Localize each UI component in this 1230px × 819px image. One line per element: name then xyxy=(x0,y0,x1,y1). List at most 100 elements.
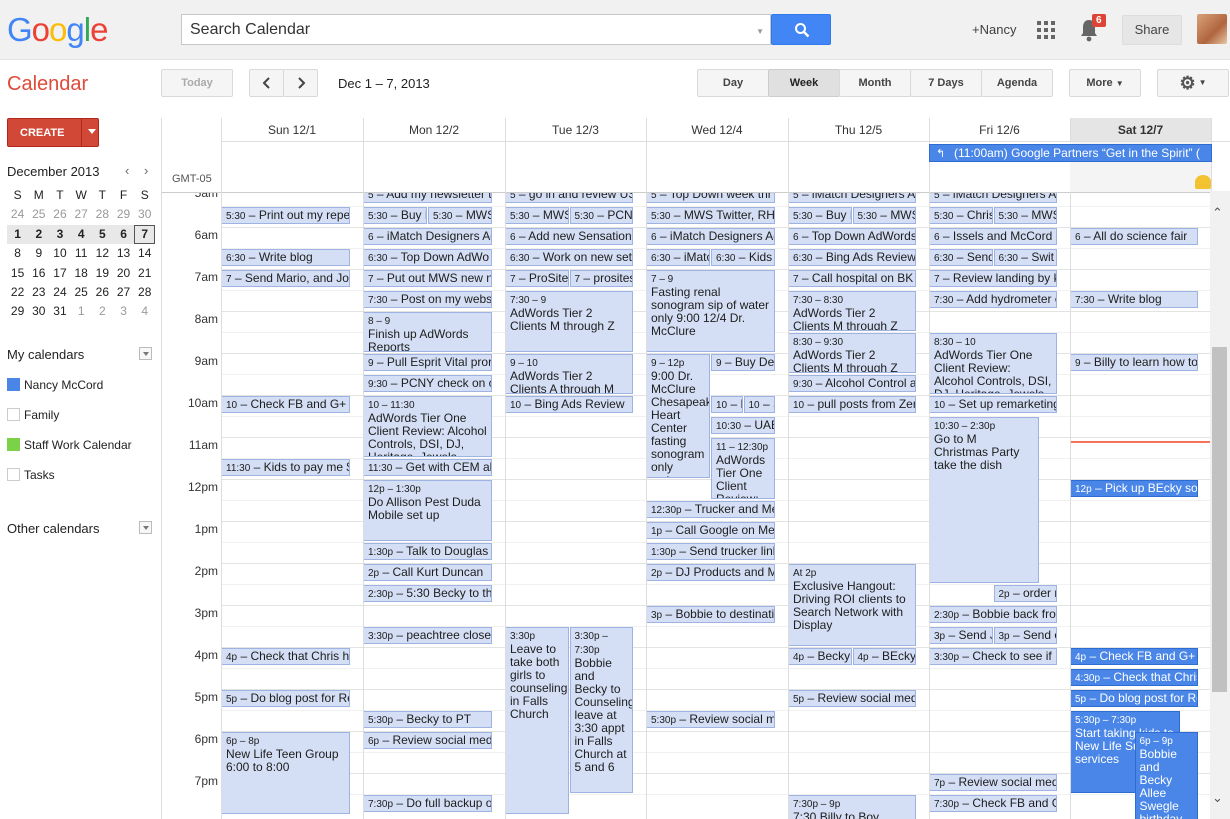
calendar-event[interactable]: 8:30 – 10 AdWords Tier One Client Review:… xyxy=(929,333,1057,394)
mini-calendar-day[interactable]: 21 xyxy=(134,264,155,283)
calendar-event[interactable]: 6:30 – Work on new set xyxy=(505,249,633,266)
day-header[interactable]: Fri 12/6 xyxy=(929,118,1070,142)
mini-calendar-day[interactable]: 25 xyxy=(28,205,49,224)
calendar-event[interactable]: 5:30 – PCN xyxy=(569,207,633,224)
search-options-icon[interactable]: ▼ xyxy=(756,27,764,36)
calendar-event[interactable]: 6:30 – Write blog xyxy=(221,249,350,266)
calendar-event[interactable]: 5 – Add my newsletter t xyxy=(363,193,492,203)
calendar-event[interactable]: 11:30 – Get with CEM al xyxy=(363,459,492,476)
calendar-event[interactable]: 7:30 – Add hydrometer c xyxy=(929,291,1057,308)
calendar-event[interactable]: 5 – iMatch Designers A xyxy=(788,193,916,203)
calendar-event[interactable]: 8:30 – 9:30 AdWords Tier 2 Clients M thro… xyxy=(788,333,916,373)
more-button[interactable]: More ▼ xyxy=(1069,69,1141,97)
mini-calendar-day[interactable]: 9 xyxy=(28,244,49,263)
day-header[interactable]: Sat 12/7 xyxy=(1070,118,1211,142)
mini-calendar-day[interactable]: 30 xyxy=(134,205,155,224)
mini-calendar-day[interactable]: 7 xyxy=(134,224,156,245)
search-input[interactable]: Search Calendar ▼ xyxy=(181,14,771,45)
calendar-event[interactable]: 10 – Bir xyxy=(711,396,743,413)
calendar-event[interactable]: 9 – Pull Esprit Vital pror xyxy=(363,354,492,371)
calendar-event[interactable]: 3p – Send J xyxy=(929,627,993,644)
calendar-event[interactable]: 6 – Add new Sensational xyxy=(505,228,633,245)
calendar-event[interactable]: 5:30p – Becky to PT xyxy=(363,711,492,728)
calendar-item[interactable]: Staff Work Calendar xyxy=(24,438,132,452)
calendar-event[interactable]: 4p – Check that Chris h xyxy=(221,648,350,665)
other-calendars-menu-icon[interactable] xyxy=(139,521,152,534)
calendar-event[interactable]: 7:30p – 9p 7:30 Billy to Boy xyxy=(788,795,916,819)
calendar-event[interactable]: 12p – Pick up BEcky so xyxy=(1070,480,1198,497)
calendar-event[interactable]: 7 – Call hospital on BK xyxy=(788,270,916,287)
calendar-event[interactable]: 6:30 – Kids xyxy=(711,249,775,266)
day-header[interactable]: Thu 12/5 xyxy=(788,118,929,142)
mini-calendar-day[interactable]: 23 xyxy=(28,283,49,302)
search-button[interactable] xyxy=(771,14,831,45)
calendar-event[interactable]: 7 – Send Mario, and Jol xyxy=(221,270,350,287)
calendar-event[interactable]: 3:30p – peachtree close xyxy=(363,627,492,644)
calendar-event[interactable]: 9 – Billy to learn how to xyxy=(1070,354,1198,371)
day-header[interactable]: Sun 12/1 xyxy=(221,118,363,142)
calendar-event[interactable]: 12:30p – Trucker and Me xyxy=(646,501,775,518)
calendar-event[interactable]: 6 – iMatch Designers Ad xyxy=(646,228,775,245)
calendar-event[interactable]: 3p – Send o xyxy=(993,627,1057,644)
scroll-up-icon[interactable]: ⌃ xyxy=(1212,205,1223,221)
mini-calendar-day[interactable]: 28 xyxy=(92,205,113,224)
calendar-event[interactable]: 11:30 – Kids to pay me $ xyxy=(221,459,350,476)
share-button[interactable]: Share xyxy=(1122,15,1182,45)
calendar-event[interactable]: 5:30 – Buy D xyxy=(788,207,852,224)
mini-calendar-day[interactable]: 29 xyxy=(113,205,134,224)
mini-calendar-day[interactable]: 30 xyxy=(28,302,49,321)
view-month-button[interactable]: Month xyxy=(839,69,911,97)
calendar-event[interactable]: 7 – ProSites xyxy=(505,270,569,287)
calendar-event[interactable]: 4p – Becky xyxy=(788,648,852,665)
calendar-event[interactable]: 9 – 10 AdWords Tier 2 Clients A through M xyxy=(505,354,633,394)
calendar-event[interactable]: 5p – Review social med xyxy=(788,690,916,707)
calendar-event[interactable]: 5 – Top Down week thr xyxy=(646,193,775,203)
calendar-event[interactable]: 6p – 9p Bobbie and Becky Allee Swegle bir… xyxy=(1134,732,1198,819)
previous-week-button[interactable] xyxy=(249,69,284,97)
calendar-event[interactable]: 2:30p – Bobbie back from xyxy=(929,606,1057,623)
avatar[interactable] xyxy=(1197,14,1227,44)
mini-calendar-day[interactable]: 22 xyxy=(7,283,28,302)
calendar-event[interactable]: 10:30 – 2:30p Go to M Christmas Party tak… xyxy=(929,417,1039,583)
calendar-event[interactable]: 5:30 – Buy D xyxy=(363,207,427,224)
calendar-event[interactable]: 10 – Set up remarketing xyxy=(929,396,1057,413)
mini-calendar-day[interactable]: 27 xyxy=(113,283,134,302)
calendar-event[interactable]: 2p – Call Kurt Duncan xyxy=(363,564,492,581)
create-dropdown-icon[interactable] xyxy=(88,129,96,134)
mini-calendar-day[interactable]: 11 xyxy=(71,244,92,263)
calendar-event[interactable]: 5:30 – MWS xyxy=(852,207,916,224)
mini-calendar-day[interactable]: 4 xyxy=(70,224,92,245)
calendar-event[interactable]: 10 – pull posts from Zer xyxy=(788,396,916,413)
mini-calendar-day[interactable]: 1 xyxy=(71,302,92,321)
calendar-event[interactable]: 5:30 – MWS xyxy=(993,207,1057,224)
mini-calendar-day[interactable]: 24 xyxy=(7,205,28,224)
calendar-event[interactable]: 5p – Do blog post for Re xyxy=(221,690,350,707)
calendar-event[interactable]: 9 – 12p9:00 Dr. McClure Chesapeake Heart… xyxy=(646,354,710,478)
mini-calendar-day[interactable]: 17 xyxy=(49,264,70,283)
calendar-event[interactable]: 5 – go in and review US xyxy=(505,193,633,203)
calendar-event[interactable]: 3p – Bobbie to destinati xyxy=(646,606,775,623)
calendar-event[interactable]: 6:30 – Bing Ads Review xyxy=(788,249,916,266)
calendar-event[interactable]: 2p – DJ Products and M xyxy=(646,564,775,581)
calendar-event[interactable]: 6:30 – Swit xyxy=(993,249,1057,266)
calendar-event[interactable]: 7:30 – Post on my webs xyxy=(363,291,492,308)
calendar-event[interactable]: 11 – 12:30p AdWords Tier One Client Revie… xyxy=(711,438,775,499)
view-7days-button[interactable]: 7 Days xyxy=(910,69,982,97)
calendar-item[interactable]: Family xyxy=(24,408,59,422)
mini-calendar-day[interactable]: 25 xyxy=(71,283,92,302)
calendar-event[interactable]: 9 – Buy Demog xyxy=(711,354,775,371)
settings-button[interactable]: ⚙ ▼ xyxy=(1157,69,1229,97)
calendar-event[interactable]: 6 – All do science fair xyxy=(1070,228,1198,245)
mini-calendar-day[interactable]: 26 xyxy=(49,205,70,224)
calendar-event[interactable]: 6 – Issels and McCord o xyxy=(929,228,1057,245)
my-calendars-header[interactable]: My calendars xyxy=(7,347,84,362)
calendar-event[interactable]: 6:30 – Send xyxy=(929,249,993,266)
mini-calendar-day[interactable]: 28 xyxy=(134,283,155,302)
view-week-button[interactable]: Week xyxy=(768,69,840,97)
calendar-event[interactable]: 5:30 – MWS xyxy=(428,207,492,224)
calendar-event[interactable]: 6p – 8p New Life Teen Group 6:00 to 8:00 xyxy=(221,732,350,814)
mini-calendar-day[interactable]: 19 xyxy=(92,264,113,283)
mini-calendar-day[interactable]: 3 xyxy=(113,302,134,321)
calendar-event[interactable]: 5:30p – Review social m xyxy=(646,711,775,728)
calendar-event[interactable]: 7:30p – Check FB and G xyxy=(929,795,1057,812)
